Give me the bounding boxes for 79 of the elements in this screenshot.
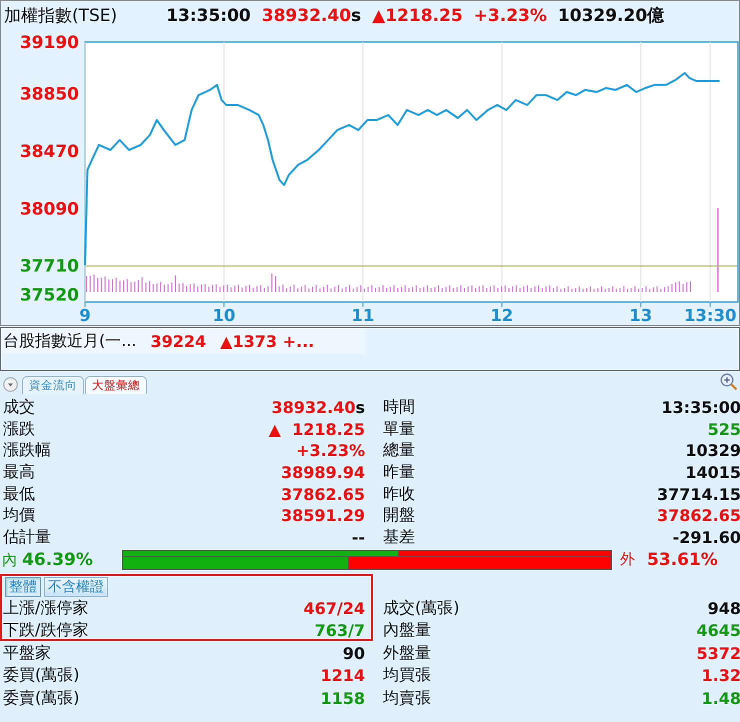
panel-tab[interactable]: 大盤彙總: [85, 376, 147, 394]
field-label: 外盤量: [383, 642, 431, 664]
y-axis-label: 37710: [20, 256, 79, 277]
field-value: 1158: [320, 688, 365, 708]
field-value: 13:35:00: [661, 398, 740, 418]
field-label: 下跌/跌停家: [3, 620, 88, 642]
inner-percent: 46.39%: [22, 550, 93, 570]
field-value: 5372: [696, 644, 740, 663]
field-label: 均價: [3, 505, 35, 526]
field-label: 平盤家: [3, 642, 51, 664]
x-axis-label: 9: [79, 306, 91, 325]
y-axis-label: 38850: [20, 84, 79, 104]
field-value: 38932.40s: [271, 398, 365, 418]
panel-tab[interactable]: 資金流向: [22, 376, 84, 394]
dropdown-icon[interactable]: [3, 377, 18, 392]
quote-value: 13:35:00: [166, 6, 251, 26]
quote-value: ▲1373 +...: [220, 332, 314, 350]
field-label: 最高: [3, 462, 35, 484]
y-axis-label: 37520: [20, 285, 79, 306]
outer-percent: 53.61%: [647, 550, 718, 570]
field-label: 均賣張: [383, 688, 431, 709]
field-value: ▲ 1218.25: [268, 420, 365, 439]
field-value: +3.23%: [296, 441, 365, 460]
field-label: 單量: [383, 418, 415, 440]
field-value: 948: [708, 598, 740, 618]
quote-value: ▲1218.25: [372, 6, 463, 26]
field-label: 漲跌: [3, 418, 35, 440]
field-value: 14015: [685, 463, 740, 482]
x-axis-label: 11: [351, 306, 374, 325]
field-label: 昨量: [383, 462, 415, 484]
quote-value: 10329.20億: [558, 5, 664, 27]
quote-value: +3.23%: [474, 6, 547, 26]
filter-tab[interactable]: 整體: [5, 576, 41, 597]
field-label: 成交: [3, 397, 35, 418]
field-label: 內盤量: [383, 620, 431, 642]
field-value: 1.32: [702, 666, 740, 686]
field-label: 昨收: [383, 484, 415, 505]
filter-tab[interactable]: 不含權證: [44, 576, 108, 597]
field-value: 37714.15: [656, 484, 740, 504]
inner-label: 內: [2, 550, 17, 569]
x-axis-label: 13: [629, 306, 652, 325]
y-axis-label: 38090: [20, 199, 79, 220]
field-label: 委賣(萬張): [3, 688, 80, 709]
x-axis-label: 10: [212, 306, 236, 325]
field-label: 基差: [383, 526, 415, 548]
field-label: 成交(萬張): [383, 598, 460, 619]
quote-value: 39224: [150, 332, 206, 350]
field-label: 開盤: [383, 505, 415, 526]
field-value: 10329: [685, 441, 740, 460]
x-axis-label: 12: [490, 306, 514, 325]
y-axis-label: 39190: [20, 33, 79, 53]
zoom-in-icon[interactable]: [720, 373, 738, 391]
field-value: 1214: [320, 666, 365, 686]
field-value: 4645: [696, 621, 740, 640]
y-axis-label: 38470: [20, 142, 79, 162]
field-value: 90: [342, 644, 365, 663]
field-value: 38989.94: [280, 463, 365, 482]
field-value: 525: [708, 420, 740, 439]
x-axis-label: 13:30: [684, 306, 736, 325]
quote-value: 38932.40s: [262, 6, 362, 26]
field-label: 上漲/漲停家: [3, 598, 88, 619]
outer-label: 外: [620, 550, 635, 570]
field-label: 委買(萬張): [3, 665, 80, 686]
index-name: 加權指數(TSE): [4, 5, 118, 27]
contract-name: 台股指數近月(一...: [3, 330, 136, 352]
field-value: 1.48: [702, 688, 740, 708]
field-label: 均買張: [383, 665, 431, 686]
field-label: 漲跌幅: [3, 440, 51, 462]
field-label: 總量: [383, 440, 415, 462]
field-label: 時間: [383, 397, 415, 418]
field-value: 38591.29: [280, 506, 365, 526]
field-value: 763/7: [314, 621, 365, 640]
field-value: --: [352, 528, 365, 547]
field-value: -291.60: [672, 528, 740, 547]
field-label: 估計量: [3, 526, 51, 548]
field-value: 37862.65: [280, 484, 365, 504]
field-value: 467/24: [303, 598, 365, 618]
field-label: 最低: [3, 484, 35, 505]
field-value: 37862.65: [656, 506, 740, 526]
